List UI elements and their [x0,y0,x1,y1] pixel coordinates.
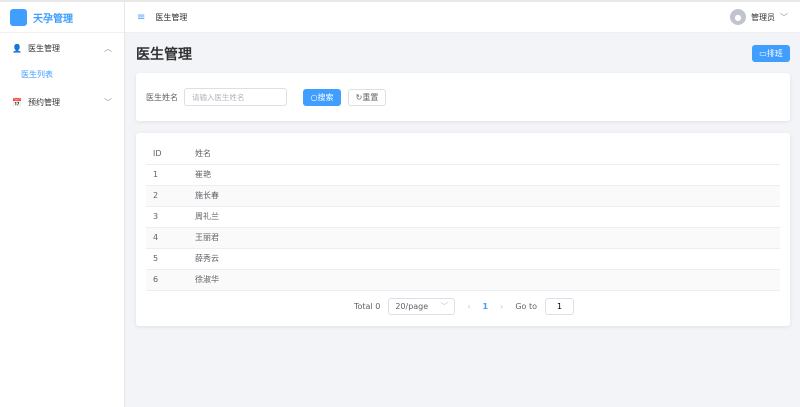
avatar: ● [730,9,746,25]
cell-id: 2 [146,185,188,207]
cell-name: 王丽君 [188,227,780,249]
user-icon: 👤 [12,43,22,53]
page-number-current[interactable]: 1 [483,302,489,311]
app-name: 天孕管理 [33,13,73,25]
header: ≡ 医生管理 ● 管理员 ﹀ [125,2,800,33]
column-id[interactable]: ID [146,143,188,165]
menu-label: 医生管理 [27,43,60,53]
cell-id: 1 [146,164,188,186]
chevron-up-icon: ︿ [104,43,112,53]
schedule-label: 排班 [766,49,783,58]
cell-id: 3 [146,206,188,228]
logo[interactable]: 天孕管理 [0,2,124,33]
doctor-name-input[interactable] [184,88,287,106]
menu-label: 预约管理 [27,97,60,107]
table-header: ID 姓名 [146,143,780,165]
cell-name: 崔艳 [188,164,780,186]
user-menu[interactable]: ● 管理员 ﹀ [730,9,788,25]
goto-page-input[interactable] [544,298,574,315]
breadcrumb: 医生管理 [155,12,188,22]
sidebar-item-doctor-list[interactable]: 医生列表 [0,63,124,87]
cell-id: 6 [146,269,188,291]
table-row[interactable]: 5 薛秀云 [146,248,780,270]
table-row[interactable]: 1 崔艳 [146,164,780,186]
reset-label: 重置 [362,92,379,102]
table-row[interactable]: 6 徐淑华 [146,269,780,291]
search-label: 搜索 [317,92,334,102]
calendar-icon: 📅 [12,97,22,107]
cell-id: 4 [146,227,188,249]
search-button[interactable]: ○搜索 [303,88,341,106]
username: 管理员 [751,12,775,22]
chevron-down-icon: ﹀ [104,97,112,107]
schedule-button[interactable]: ▭排班 [752,45,790,62]
doctor-name-label: 医生姓名 [146,92,178,102]
chevron-down-icon: ﹀ [440,302,449,311]
table-row[interactable]: 4 王丽君 [146,227,780,249]
cell-name: 薛秀云 [188,248,780,270]
sidebar-item-appointment-management[interactable]: 📅 预约管理 ﹀ [0,87,124,117]
total-count: Total 0 [354,302,381,311]
cell-name: 徐淑华 [188,269,780,291]
table-card: ID 姓名 1 崔艳 2 施长春 3 周礼兰 4 王丽君 5 薛秀云 6 徐淑华 Total… [136,133,790,326]
goto-label: Go to [515,302,537,311]
next-page-icon[interactable]: › [496,302,507,311]
chevron-down-icon: ﹀ [780,12,788,22]
page-size-value: 20/page [395,302,429,311]
cell-name: 周礼兰 [188,206,780,228]
prev-page-icon[interactable]: ‹ [463,302,474,311]
menu-toggle-icon[interactable]: ≡ [137,12,145,23]
doctor-table: ID 姓名 1 崔艳 2 施长春 3 周礼兰 4 王丽君 5 薛秀云 6 徐淑华 [146,143,780,291]
search-card: 医生姓名 ○搜索 ↻重置 [136,73,790,121]
table-row[interactable]: 2 施长春 [146,185,780,207]
page-size-select[interactable]: 20/page ﹀ [388,298,456,315]
sidebar: 天孕管理 👤 医生管理 ︿ 医生列表 📅 预约管理 ﹀ [0,2,125,407]
page-title: 医生管理 [136,47,192,63]
cell-name: 施长春 [188,185,780,207]
cell-id: 5 [146,248,188,270]
pagination: Total 0 20/page ﹀ ‹ 1 › Go to [354,298,574,315]
logo-icon [10,8,27,26]
sidebar-item-doctor-management[interactable]: 👤 医生管理 ︿ [0,33,124,63]
reset-button[interactable]: ↻重置 [348,88,386,106]
table-row[interactable]: 3 周礼兰 [146,206,780,228]
column-name[interactable]: 姓名 [188,143,780,165]
